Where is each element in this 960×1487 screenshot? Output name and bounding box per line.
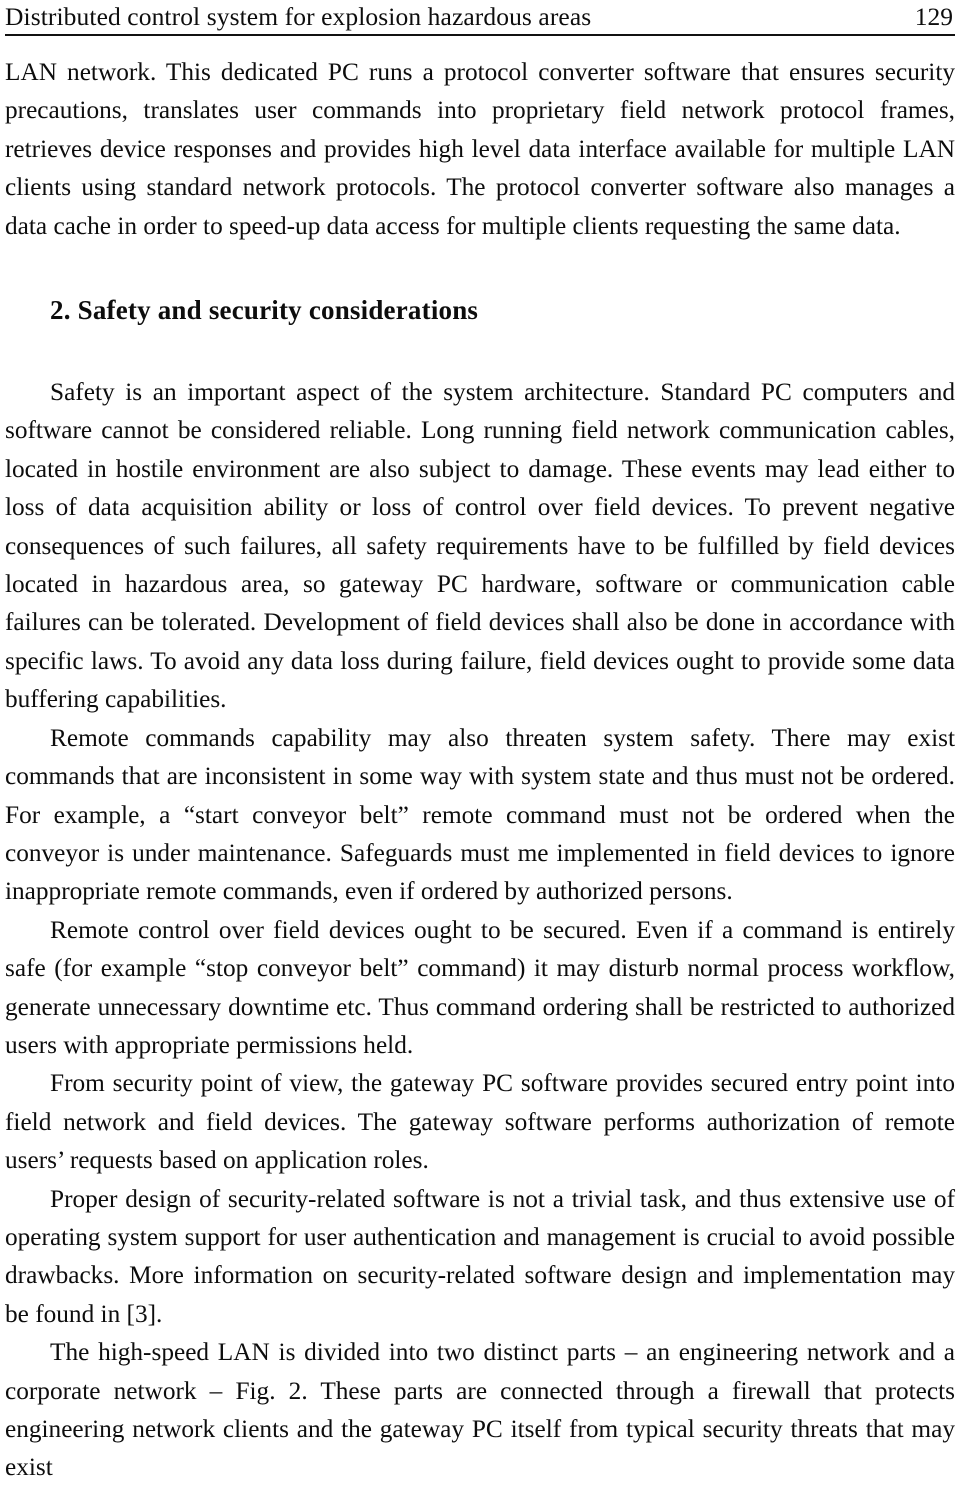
paragraph-proper-design: Proper design of security-related softwa… (5, 1184, 955, 1328)
page-number: 129 (914, 2, 953, 31)
paragraph-remote-control-secured: Remote control over field devices ought … (5, 915, 955, 1059)
document-page: Distributed control system for explosion… (0, 0, 960, 1481)
paragraph-safety-aspect: Safety is an important aspect of the sys… (5, 378, 955, 714)
paragraph-remote-commands: Remote commands capability may also thre… (5, 723, 955, 906)
spacer-after-heading (5, 327, 955, 373)
section-heading-safety-and-security: 2. Safety and security considerations (50, 295, 479, 326)
running-title: Distributed control system for explosion… (5, 2, 592, 31)
page-body: LAN network. This dedicated PC runs a pr… (5, 36, 955, 1487)
paragraph-high-speed-lan: The high-speed LAN is divided into two d… (5, 1338, 955, 1482)
paragraph-continued-lan-network: LAN network. This dedicated PC runs a pr… (5, 58, 955, 240)
page-running-header: Distributed control system for explosion… (5, 0, 955, 32)
paragraph-security-point-of-view: From security point of view, the gateway… (5, 1069, 955, 1175)
spacer-before-heading (5, 245, 955, 293)
